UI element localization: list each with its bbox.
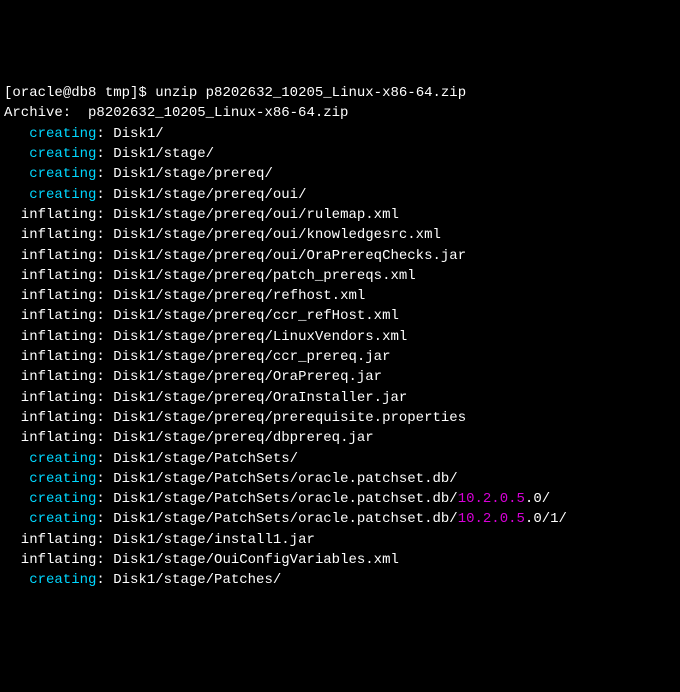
action-inflating: inflating (4, 288, 96, 304)
action-inflating: inflating (4, 410, 96, 426)
action-inflating: inflating (4, 248, 96, 264)
output-line: inflating: Disk1/stage/prereq/patch_prer… (4, 266, 676, 286)
output-line: creating: Disk1/stage/Patches/ (4, 570, 676, 590)
path-segment: .0/1/ (525, 511, 567, 527)
output-line: inflating: Disk1/stage/prereq/prerequisi… (4, 408, 676, 428)
path: Disk1/stage/install1.jar (113, 532, 315, 548)
path: Disk1/stage/prereq/patch_prereqs.xml (113, 268, 415, 284)
action-creating: creating (4, 572, 96, 588)
output-line: inflating: Disk1/stage/prereq/ccr_refHos… (4, 306, 676, 326)
action-inflating: inflating (4, 532, 96, 548)
path-version: 10.2.0.5 (458, 511, 525, 527)
output-line: inflating: Disk1/stage/prereq/dbprereq.j… (4, 428, 676, 448)
path: Disk1/stage/prereq/oui/knowledgesrc.xml (113, 227, 441, 243)
output-line: inflating: Disk1/stage/prereq/OraInstall… (4, 388, 676, 408)
output-line: creating: Disk1/stage/prereq/oui/ (4, 185, 676, 205)
output-line: inflating: Disk1/stage/prereq/oui/OraPre… (4, 246, 676, 266)
path-segment: Disk1/stage/PatchSets/oracle.patchset.db… (113, 511, 457, 527)
output-line: inflating: Disk1/stage/prereq/LinuxVendo… (4, 327, 676, 347)
action-creating: creating (4, 491, 96, 507)
path: Disk1/stage/PatchSets/ (113, 451, 298, 467)
output-line: creating: Disk1/ (4, 124, 676, 144)
output-line: inflating: Disk1/stage/prereq/ccr_prereq… (4, 347, 676, 367)
action-inflating: inflating (4, 227, 96, 243)
action-inflating: inflating (4, 329, 96, 345)
action-inflating: inflating (4, 430, 96, 446)
path: Disk1/stage/prereq/ (113, 166, 273, 182)
action-inflating: inflating (4, 268, 96, 284)
path: Disk1/stage/ (113, 146, 214, 162)
path: Disk1/stage/prereq/OraInstaller.jar (113, 390, 407, 406)
output-line: inflating: Disk1/stage/OuiConfigVariable… (4, 550, 676, 570)
prompt-user-host: oracle@db8 tmp (12, 85, 130, 101)
action-creating: creating (4, 511, 96, 527)
action-creating: creating (4, 126, 96, 142)
path-version: 10.2.0.5 (458, 491, 525, 507)
output-line: inflating: Disk1/stage/prereq/oui/knowle… (4, 225, 676, 245)
action-creating: creating (4, 451, 96, 467)
action-inflating: inflating (4, 308, 96, 324)
path: Disk1/stage/prereq/oui/rulemap.xml (113, 207, 399, 223)
command-text[interactable]: unzip p8202632_10205_Linux-x86-64.zip (155, 85, 466, 101)
output-line: creating: Disk1/stage/PatchSets/ (4, 449, 676, 469)
path: Disk1/stage/prereq/dbprereq.jar (113, 430, 373, 446)
prompt-line: [oracle@db8 tmp]$ unzip p8202632_10205_L… (4, 83, 676, 103)
path: Disk1/stage/prereq/prerequisite.properti… (113, 410, 466, 426)
path: Disk1/stage/OuiConfigVariables.xml (113, 552, 399, 568)
output-line: creating: Disk1/stage/ (4, 144, 676, 164)
archive-label: Archive: (4, 105, 88, 121)
action-inflating: inflating (4, 369, 96, 385)
output-lines: creating: Disk1/ creating: Disk1/stage/ … (4, 124, 676, 591)
path: Disk1/stage/prereq/OraPrereq.jar (113, 369, 382, 385)
output-line: inflating: Disk1/stage/prereq/refhost.xm… (4, 286, 676, 306)
output-line: creating: Disk1/stage/PatchSets/oracle.p… (4, 469, 676, 489)
action-creating: creating (4, 166, 96, 182)
output-line: inflating: Disk1/stage/install1.jar (4, 530, 676, 550)
action-creating: creating (4, 146, 96, 162)
action-inflating: inflating (4, 390, 96, 406)
path: Disk1/stage/Patches/ (113, 572, 281, 588)
path: Disk1/stage/prereq/oui/ (113, 187, 306, 203)
path: Disk1/stage/prereq/oui/OraPrereqChecks.j… (113, 248, 466, 264)
path: Disk1/ (113, 126, 163, 142)
prompt-bracket-close: ]$ (130, 85, 147, 101)
output-line: inflating: Disk1/stage/prereq/OraPrereq.… (4, 367, 676, 387)
path: Disk1/stage/prereq/ccr_refHost.xml (113, 308, 399, 324)
path: Disk1/stage/PatchSets/oracle.patchset.db… (113, 471, 457, 487)
path-segment: .0/ (525, 491, 550, 507)
path: Disk1/stage/prereq/refhost.xml (113, 288, 365, 304)
output-line: creating: Disk1/stage/PatchSets/oracle.p… (4, 489, 676, 509)
archive-file: p8202632_10205_Linux-x86-64.zip (88, 105, 348, 121)
action-inflating: inflating (4, 552, 96, 568)
output-line: creating: Disk1/stage/PatchSets/oracle.p… (4, 509, 676, 529)
action-creating: creating (4, 471, 96, 487)
action-inflating: inflating (4, 207, 96, 223)
path: Disk1/stage/prereq/LinuxVendors.xml (113, 329, 407, 345)
action-inflating: inflating (4, 349, 96, 365)
output-line: creating: Disk1/stage/prereq/ (4, 164, 676, 184)
action-creating: creating (4, 187, 96, 203)
archive-line: Archive: p8202632_10205_Linux-x86-64.zip (4, 103, 676, 123)
output-line: inflating: Disk1/stage/prereq/oui/rulema… (4, 205, 676, 225)
path: Disk1/stage/prereq/ccr_prereq.jar (113, 349, 390, 365)
path-segment: Disk1/stage/PatchSets/oracle.patchset.db… (113, 491, 457, 507)
